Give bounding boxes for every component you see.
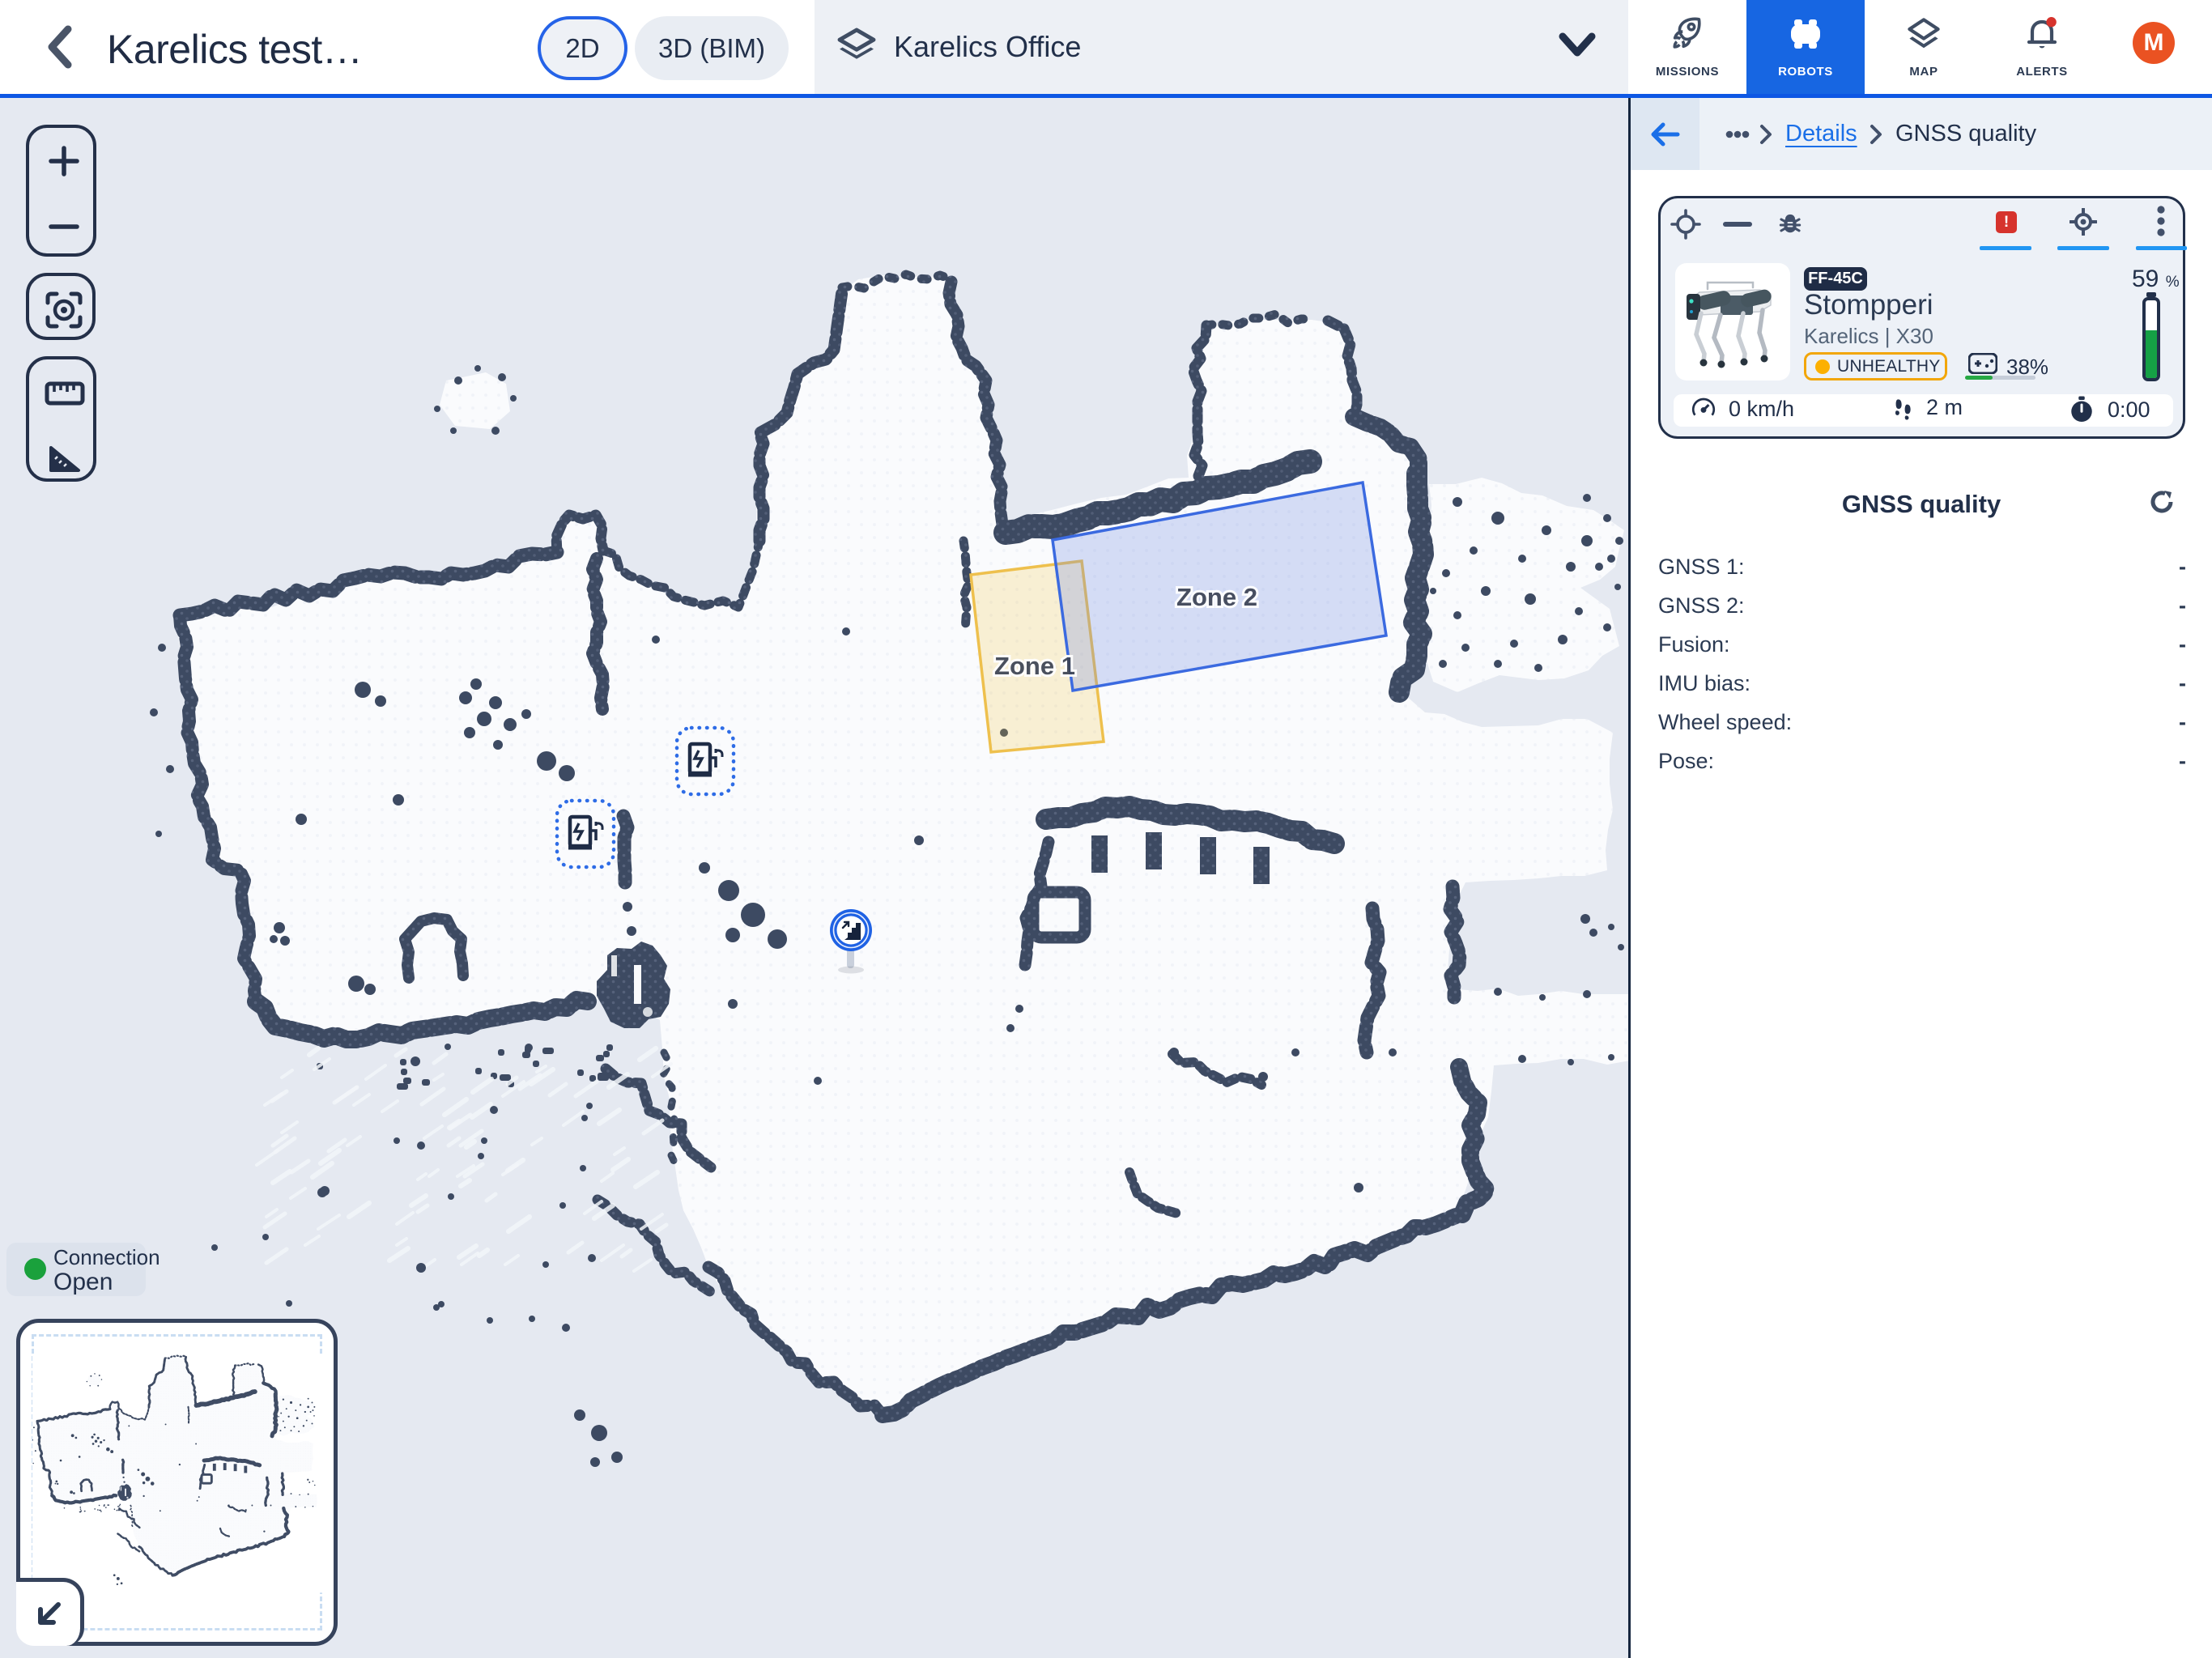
- svg-text:Zone 2: Zone 2: [1176, 583, 1257, 611]
- svg-text:Zone 1: Zone 1: [994, 652, 1075, 680]
